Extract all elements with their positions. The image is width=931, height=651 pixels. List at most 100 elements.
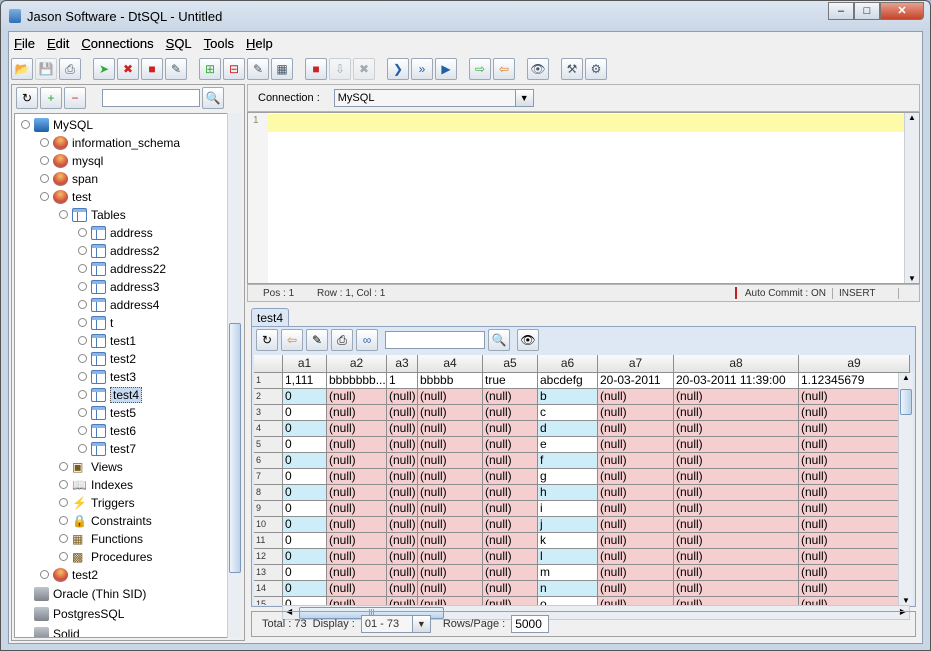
expand-toggle-icon[interactable]	[59, 480, 68, 489]
row-number[interactable]: 12	[254, 549, 283, 565]
add-connection-button[interactable]: +	[40, 87, 62, 109]
tree-node-views[interactable]: ▣ Views	[59, 458, 123, 475]
grid-cell[interactable]: (null)	[418, 565, 483, 581]
grid-cell[interactable]: 0	[283, 565, 327, 581]
row-number[interactable]: 3	[254, 405, 283, 421]
tree-node-test7[interactable]: test7	[78, 440, 136, 457]
tree-node-address2[interactable]: address2	[78, 242, 159, 259]
refresh-results-button[interactable]: ↻	[256, 329, 278, 351]
grid-cell[interactable]: (null)	[327, 501, 387, 517]
grid-cell[interactable]: (null)	[418, 389, 483, 405]
grid-cell[interactable]: (null)	[674, 469, 799, 485]
tree-node-mysql[interactable]: MySQL	[21, 116, 93, 133]
grid-cell[interactable]: (null)	[483, 501, 538, 517]
print-button[interactable]: ⎙	[59, 58, 81, 80]
expand-toggle-icon[interactable]	[59, 516, 68, 525]
grid-cell[interactable]: (null)	[418, 533, 483, 549]
expand-toggle-icon[interactable]	[78, 390, 87, 399]
grid-cell[interactable]: (null)	[674, 405, 799, 421]
grid-cell[interactable]: (null)	[387, 469, 418, 485]
expand-toggle-icon[interactable]	[78, 336, 87, 345]
grid-cell[interactable]: abcdefg	[538, 373, 598, 389]
build-button[interactable]: ⚒	[561, 58, 583, 80]
find-binoculars-button[interactable]: 👁	[517, 329, 539, 351]
tree-node-oracle-thin-sid-[interactable]: Oracle (Thin SID)	[21, 585, 146, 602]
grid-cell[interactable]: (null)	[483, 437, 538, 453]
grid-cell[interactable]: (null)	[387, 517, 418, 533]
tree-node-procedures[interactable]: ▩ Procedures	[59, 548, 152, 565]
grid-cell[interactable]: (null)	[598, 517, 674, 533]
grid-cell[interactable]: (null)	[483, 533, 538, 549]
grid-cell[interactable]: (null)	[418, 421, 483, 437]
grid-cell[interactable]: (null)	[327, 437, 387, 453]
grid-cell[interactable]: 20-03-2011	[598, 373, 674, 389]
grid-cell[interactable]: 1.12345679	[799, 373, 910, 389]
grid-cell[interactable]: (null)	[418, 469, 483, 485]
edit-connection-button[interactable]: ✎	[165, 58, 187, 80]
tree-node-indexes[interactable]: 📖 Indexes	[59, 476, 133, 493]
grid-cell[interactable]: (null)	[387, 549, 418, 565]
grid-cell[interactable]: (null)	[799, 453, 910, 469]
grid-cell[interactable]: (null)	[799, 581, 910, 597]
tree-node-constraints[interactable]: 🔒 Constraints	[59, 512, 152, 529]
run-button[interactable]: ❯	[387, 58, 409, 80]
link-button[interactable]: ∞	[356, 329, 378, 351]
tree-node-tables[interactable]: Tables	[59, 206, 126, 223]
grid-cell[interactable]: (null)	[674, 421, 799, 437]
row-number[interactable]: 4	[254, 421, 283, 437]
column-header-a8[interactable]: a8	[674, 355, 799, 373]
expand-toggle-icon[interactable]	[78, 372, 87, 381]
tree-node-triggers[interactable]: ⚡ Triggers	[59, 494, 135, 511]
grid-cell[interactable]: (null)	[674, 501, 799, 517]
row-number[interactable]: 6	[254, 453, 283, 469]
menu-tools[interactable]: Tools Tools	[204, 36, 234, 51]
grid-cell[interactable]: 0	[283, 533, 327, 549]
search-button[interactable]: 🔍	[202, 87, 224, 109]
row-number[interactable]: 13	[254, 565, 283, 581]
grid-cell[interactable]: (null)	[327, 405, 387, 421]
grid-cell[interactable]: (null)	[598, 405, 674, 421]
tree-node-test1[interactable]: test1	[78, 332, 136, 349]
close-button[interactable]: ✕	[880, 2, 924, 20]
grid-cell[interactable]: 0	[283, 581, 327, 597]
grid-cell[interactable]: (null)	[598, 469, 674, 485]
menu-connections[interactable]: Connections Connections	[81, 36, 153, 51]
chevron-down-icon[interactable]: ▼	[514, 90, 533, 106]
grid-cell[interactable]: 20-03-2011 11:39:00	[674, 373, 799, 389]
expand-toggle-icon[interactable]	[59, 498, 68, 507]
grid-cell[interactable]: (null)	[598, 581, 674, 597]
grid-cell[interactable]: (null)	[483, 565, 538, 581]
save-button[interactable]: 💾	[35, 58, 57, 80]
grid-cell[interactable]: (null)	[387, 581, 418, 597]
grid-scroll-thumb[interactable]	[900, 389, 912, 415]
grid-cell[interactable]: (null)	[598, 421, 674, 437]
maximize-button[interactable]: □	[854, 2, 880, 20]
stop-button[interactable]: ■	[141, 58, 163, 80]
minimize-button[interactable]: –	[828, 2, 854, 20]
tree-node-mysql[interactable]: mysql	[40, 152, 103, 169]
grid-cell[interactable]: 0	[283, 549, 327, 565]
grid-vscrollbar[interactable]: ▲ ▼	[898, 373, 913, 605]
grid-cell[interactable]: (null)	[418, 517, 483, 533]
expand-toggle-icon[interactable]	[78, 444, 87, 453]
grid-cell[interactable]: (null)	[674, 565, 799, 581]
grid-cell[interactable]: (null)	[674, 533, 799, 549]
grid-cell[interactable]: (null)	[418, 501, 483, 517]
tree-node-test5[interactable]: test5	[78, 404, 136, 421]
grid-cell[interactable]: bbbbb	[418, 373, 483, 389]
row-number[interactable]: 8	[254, 485, 283, 501]
grid-cell[interactable]: (null)	[598, 565, 674, 581]
grid-cell[interactable]: (null)	[598, 597, 674, 605]
grid-cell[interactable]: i	[538, 501, 598, 517]
grid-cell[interactable]: (null)	[483, 405, 538, 421]
tree-node-postgressql[interactable]: PostgresSQL	[21, 605, 124, 622]
grid-cell[interactable]: 0	[283, 517, 327, 533]
tab-test4[interactable]: test4	[251, 308, 289, 328]
tree-node-test3[interactable]: test3	[78, 368, 136, 385]
grid-cell[interactable]: (null)	[483, 389, 538, 405]
tree-node-address3[interactable]: address3	[78, 278, 159, 295]
expand-toggle-icon[interactable]	[78, 246, 87, 255]
grid-cell[interactable]: (null)	[799, 389, 910, 405]
tree-node-address22[interactable]: address22	[78, 260, 166, 277]
settings-button[interactable]: ⚙	[585, 58, 607, 80]
